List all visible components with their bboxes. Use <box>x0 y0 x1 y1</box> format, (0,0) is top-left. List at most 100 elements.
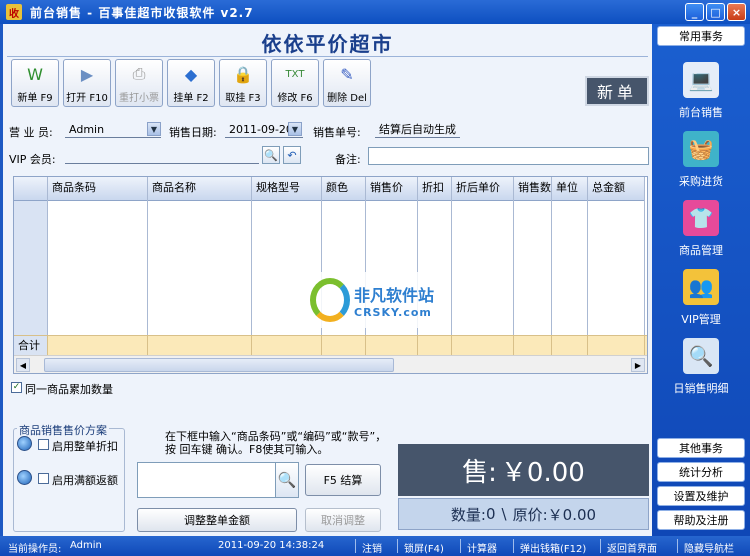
crsky-logo-icon <box>310 278 350 322</box>
toolbar-button-5[interactable]: TXT 修改 F6 <box>271 59 319 107</box>
window-title: 前台销售 - 百事佳超市收银软件 v2.7 <box>30 5 254 20</box>
column-header[interactable]: 折后单价 <box>452 177 514 201</box>
status-link-4[interactable]: 返回首界面 <box>607 540 657 555</box>
sidebar-item-3[interactable]: 👥 VIP管理 <box>652 265 750 333</box>
status-link-2[interactable]: 计算器 <box>467 540 497 555</box>
vip-clear-button[interactable]: ↶ <box>283 146 301 164</box>
discount-scheme-icon <box>17 436 32 451</box>
table-header: 商品条码 商品名称 规格型号 颜色 销售价 折扣 折后单价 销售数 单位 总金额 <box>14 177 645 201</box>
barcode-search-button[interactable]: 🔍 <box>275 462 299 498</box>
status-link-1[interactable]: 锁屏(F4) <box>404 540 444 555</box>
checkout-button[interactable]: F5 结算 <box>305 464 381 496</box>
toolbar-button-6[interactable]: ✎ 删除 Del <box>323 59 371 107</box>
status-separator <box>397 539 398 553</box>
sale-total-label: 售: <box>462 457 497 488</box>
column-header[interactable]: 销售数 <box>514 177 552 201</box>
title-bar: 收 前台销售 - 百事佳超市收银软件 v2.7 _ □ × <box>0 0 750 24</box>
common-tasks-button[interactable]: 常用事务 <box>657 26 745 46</box>
vip-member-field[interactable] <box>65 148 259 164</box>
order-number-value: 结算后自动生成 <box>375 121 460 138</box>
whole-order-discount-checkbox[interactable] <box>38 439 49 450</box>
main-panel: 依依平价超市 W 新单 F9 ▶ 打开 F10 ⎙ 重打小票 ◆ 挂单 F2 🔒 取挂 F3 TXT… <box>0 24 652 536</box>
toolbar: W 新单 F9 ▶ 打开 F10 ⎙ 重打小票 ◆ 挂单 F2 🔒 取挂 F3 TXT 修改 F6 ✎ 删… <box>11 59 371 107</box>
column-header[interactable]: 总金额 <box>588 177 645 201</box>
help-register-button[interactable]: 帮助及注册 <box>657 510 745 530</box>
salesperson-label: 营 业 员: <box>9 126 53 139</box>
column-header[interactable] <box>14 177 48 201</box>
sidebar-item-1[interactable]: 🧺 采购进货 <box>652 127 750 195</box>
cancel-adjust-button[interactable]: 取消调整 <box>305 508 381 532</box>
status-link-3[interactable]: 弹出钱箱(F12) <box>520 540 586 555</box>
toolbar-button-1[interactable]: ▶ 打开 F10 <box>63 59 111 107</box>
column-header[interactable]: 销售价 <box>366 177 418 201</box>
original-price-label: 原价: <box>512 505 548 524</box>
table-column <box>48 201 148 335</box>
status-separator <box>677 539 678 553</box>
toolbar-button-label: 新单 F9 <box>17 93 53 104</box>
full-amount-rebate-checkbox[interactable] <box>38 473 49 484</box>
toolbar-button-4[interactable]: 🔒 取挂 F3 <box>219 59 267 107</box>
delete-icon: ✎ <box>340 64 354 84</box>
barcode-input[interactable] <box>137 462 277 498</box>
watermark-cn: 非凡软件站 <box>354 285 435 305</box>
sum-cell <box>552 336 588 356</box>
minimize-button[interactable]: _ <box>685 3 704 21</box>
table-column <box>452 201 514 335</box>
sum-cell <box>452 336 514 356</box>
crsky-watermark: 非凡软件站 CRSKY.com <box>308 272 448 328</box>
printer-icon: ⎙ <box>132 64 146 83</box>
new-order-indicator: 新单 <box>585 76 649 106</box>
statistics-button[interactable]: 统计分析 <box>657 462 745 482</box>
column-header[interactable]: 商品条码 <box>48 177 148 201</box>
table-column <box>514 201 552 335</box>
note-label: 备注: <box>335 153 361 166</box>
sidebar-item-label: 前台销售 <box>679 106 723 119</box>
toolbar-button-3[interactable]: ◆ 挂单 F2 <box>167 59 215 107</box>
column-header[interactable]: 商品名称 <box>148 177 252 201</box>
status-link-0[interactable]: 注销 <box>362 540 382 555</box>
status-separator <box>513 539 514 553</box>
column-header[interactable]: 折扣 <box>418 177 452 201</box>
shop-name: 依依平价超市 <box>261 32 394 56</box>
rebate-scheme-icon <box>17 470 32 485</box>
watermark-en: CRSKY.com <box>354 305 432 319</box>
full-amount-rebate-label: 启用满额返额 <box>52 474 118 487</box>
scroll-thumb[interactable] <box>44 358 394 372</box>
status-link-5[interactable]: 隐藏导航栏 <box>684 540 734 555</box>
other-tasks-button[interactable]: 其他事务 <box>657 438 745 458</box>
settings-button[interactable]: 设置及维护 <box>657 486 745 506</box>
sidebar-item-4[interactable]: 🔍 日销售明细 <box>652 334 750 402</box>
shirt-icon: 👕 <box>683 200 719 236</box>
sidebar-item-2[interactable]: 👕 商品管理 <box>652 196 750 264</box>
column-header[interactable]: 规格型号 <box>252 177 322 201</box>
sale-date-label: 销售日期: <box>169 126 217 139</box>
column-header[interactable]: 单位 <box>552 177 588 201</box>
maximize-button[interactable]: □ <box>706 3 725 21</box>
accumulate-checkbox[interactable]: ✓ <box>11 382 22 393</box>
salesperson-dropdown-icon[interactable]: ▼ <box>147 122 161 136</box>
toolbar-button-label: 挂单 F2 <box>173 93 209 104</box>
status-separator <box>600 539 601 553</box>
scroll-left-icon[interactable]: ◀ <box>16 358 30 372</box>
pricing-scheme-legend: 商品销售售价方案 <box>17 422 109 438</box>
vip-search-button[interactable]: 🔍 <box>262 146 280 164</box>
barcode-hint: 在下框中输入“商品条码”或“编码”或“款号”，按 回车键 确认。F8使其可输入。 <box>165 430 387 456</box>
scroll-right-icon[interactable]: ▶ <box>631 358 645 372</box>
note-field[interactable] <box>368 147 649 165</box>
toolbar-button-0[interactable]: W 新单 F9 <box>11 59 59 107</box>
toolbar-button-label: 取挂 F3 <box>225 93 261 104</box>
operator-label: 当前操作员: <box>8 544 62 555</box>
horizontal-scrollbar[interactable]: ◀ ▶ <box>14 355 647 373</box>
toolbar-button-label: 删除 Del <box>327 93 367 104</box>
toolbar-button-label: 重打小票 <box>119 93 159 104</box>
search-icon: 🔍 <box>264 148 278 162</box>
toolbar-button-2[interactable]: ⎙ 重打小票 <box>115 59 163 107</box>
adjust-total-button[interactable]: 调整整单金额 <box>137 508 297 532</box>
column-header[interactable]: 颜色 <box>322 177 366 201</box>
date-dropdown-icon[interactable]: ▼ <box>288 122 302 136</box>
sidebar-item-label: 日销售明细 <box>673 382 729 395</box>
sidebar-item-0[interactable]: 💻 前台销售 <box>652 58 750 126</box>
vip-label: VIP 会员: <box>9 153 56 166</box>
sale-total-value: ￥0.00 <box>500 457 585 488</box>
close-button[interactable]: × <box>727 3 746 21</box>
